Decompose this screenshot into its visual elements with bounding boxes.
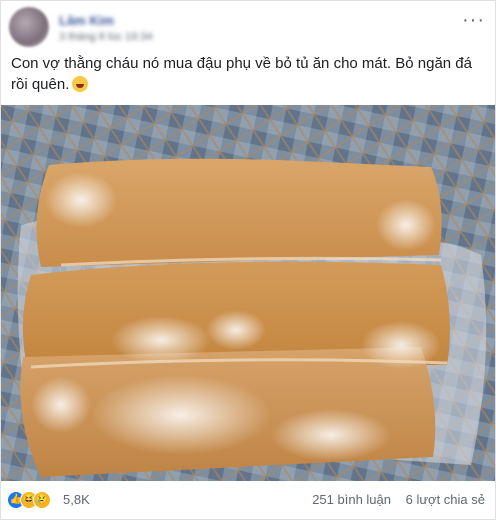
reaction-count[interactable]: 5,8K: [63, 492, 90, 507]
sad-icon: 😢: [33, 491, 51, 509]
comments-count[interactable]: 251 bình luận: [312, 492, 391, 507]
post-photo[interactable]: [1, 105, 495, 481]
more-options-icon[interactable]: ···: [462, 9, 485, 32]
post-footer: 👍 😆 😢 5,8K 251 bình luận 6 lượt chia sẻ: [1, 483, 495, 519]
laughing-crying-emoji-icon: [72, 76, 89, 92]
facebook-post: Lâm Kim 3 tháng 8 lúc 19:34 ··· Con vợ t…: [0, 0, 496, 520]
author-name[interactable]: Lâm Kim: [59, 13, 114, 28]
post-timestamp[interactable]: 3 tháng 8 lúc 19:34: [59, 31, 153, 43]
shares-count[interactable]: 6 lượt chia sẻ: [406, 492, 485, 507]
post-header: Lâm Kim 3 tháng 8 lúc 19:34 ···: [9, 7, 489, 47]
author-avatar[interactable]: [9, 7, 49, 47]
tofu-photo-image: [1, 105, 495, 481]
post-caption: Con vợ thằng cháu nó mua đậu phụ về bỏ t…: [11, 53, 487, 95]
